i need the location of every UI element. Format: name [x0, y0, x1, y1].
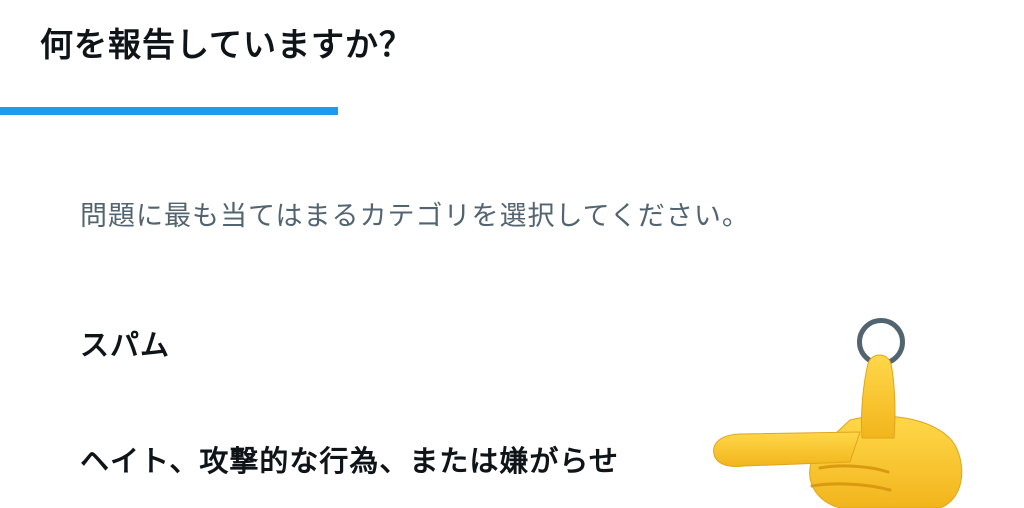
page-title: 何を報告していますか？ — [40, 25, 414, 64]
option-spam-label: スパム — [80, 328, 171, 362]
pointing-hand-icon — [713, 354, 963, 508]
option-hate-label: ヘイト、攻撃的な行為、または嫌がらせ — [80, 444, 619, 478]
progress-indicator — [0, 107, 338, 115]
instruction-text: 問題に最も当てはまるカテゴリを選択してください。 — [80, 201, 750, 232]
